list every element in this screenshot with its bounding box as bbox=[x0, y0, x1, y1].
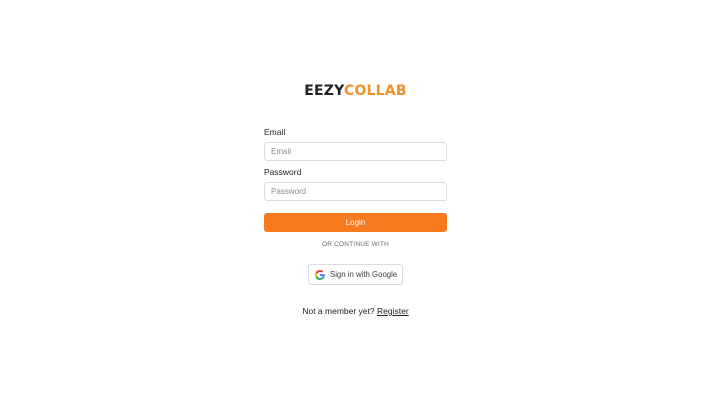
google-icon bbox=[315, 269, 325, 280]
login-page: EEZYCOLLAB Email Password Login OR CONTI… bbox=[0, 0, 711, 400]
email-label: Email bbox=[264, 127, 286, 137]
brand-logo-part-a: EEZY bbox=[304, 83, 344, 99]
login-button[interactable]: Login bbox=[264, 213, 447, 232]
google-signin-button[interactable]: Sign in with Google bbox=[308, 264, 403, 285]
google-signin-label: Sign in with Google bbox=[330, 270, 398, 279]
login-form: Email Password Login OR CONTINUE WITH bbox=[264, 127, 447, 248]
register-prompt: Not a member yet? Register bbox=[0, 306, 711, 316]
continue-with-divider: OR CONTINUE WITH bbox=[321, 241, 390, 248]
brand-logo: EEZYCOLLAB bbox=[0, 83, 711, 99]
brand-logo-part-b: COLLAB bbox=[343, 83, 407, 99]
register-prompt-text: Not a member yet? bbox=[302, 306, 375, 316]
password-field[interactable] bbox=[264, 182, 447, 201]
register-link[interactable]: Register bbox=[377, 306, 409, 316]
password-label: Password bbox=[264, 167, 302, 177]
email-field[interactable] bbox=[264, 142, 447, 161]
